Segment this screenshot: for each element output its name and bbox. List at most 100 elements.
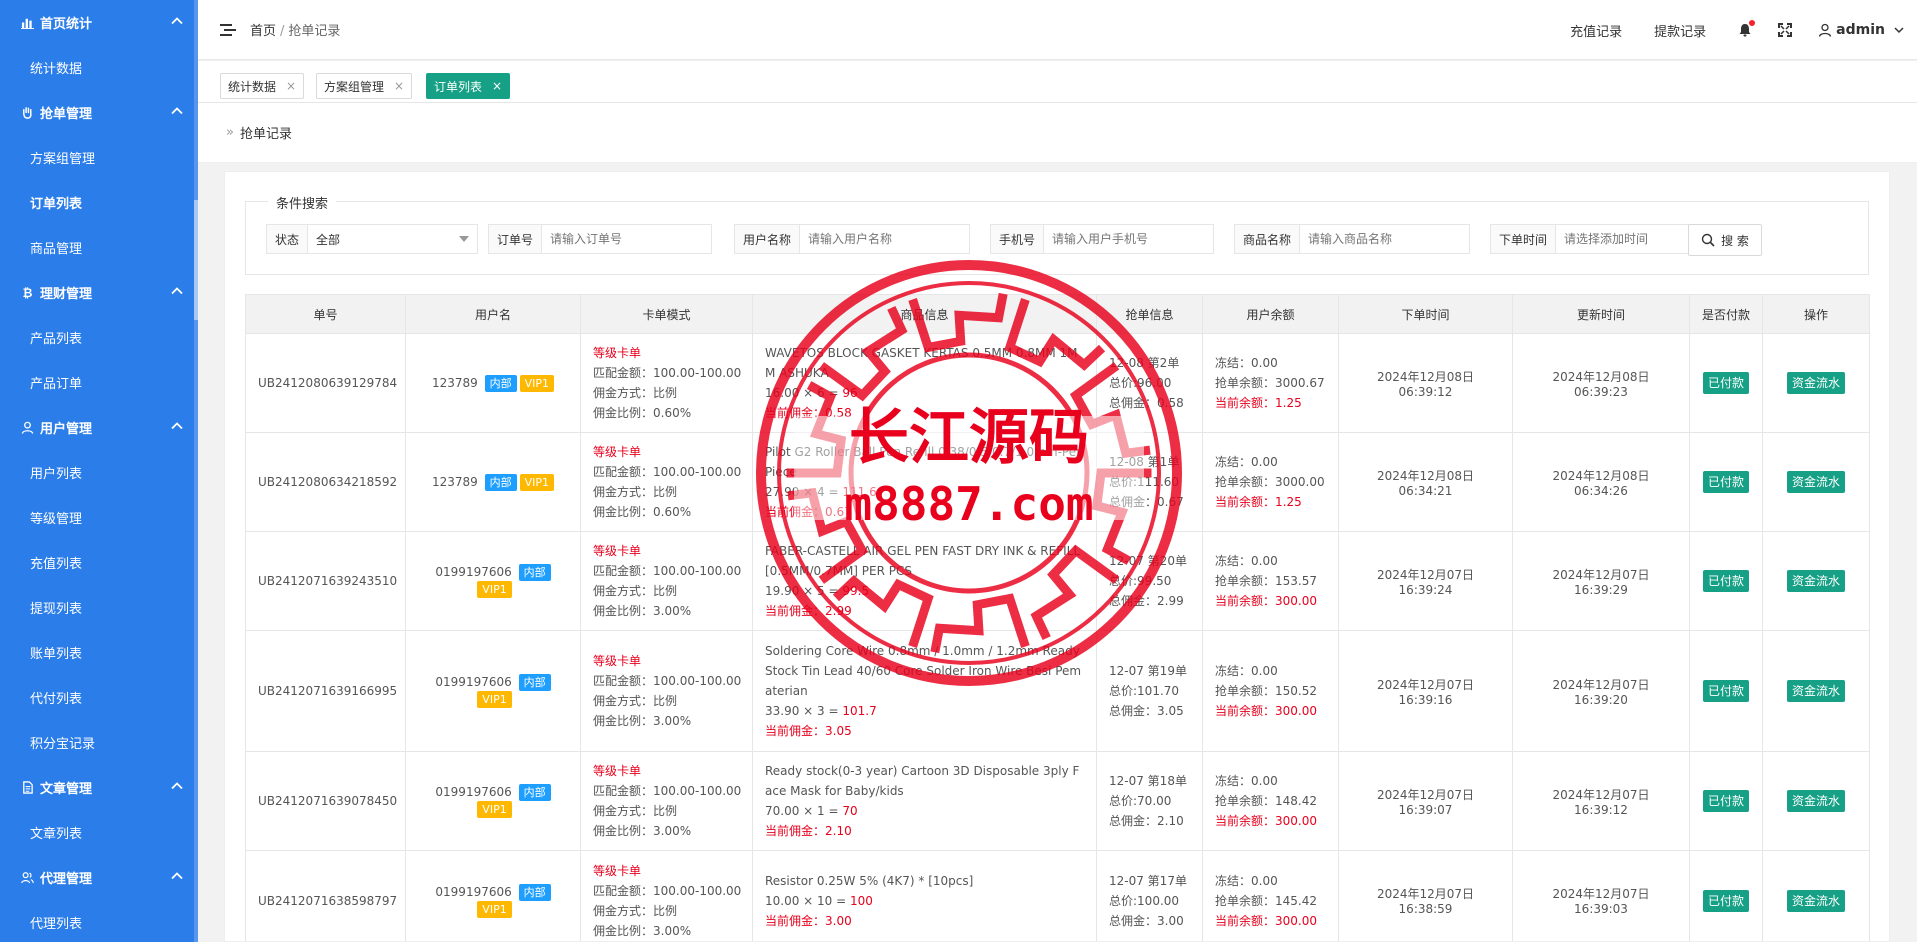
product-info-cell: WAVETOS BLOCK GASKET KERTAS 0.5MM 0.8MM … <box>752 333 1097 433</box>
sidebar-item[interactable]: 账单列表 <box>0 630 198 675</box>
sidebar-item[interactable]: 产品订单 <box>0 360 198 405</box>
sidebar-group[interactable]: ₿ 理财管理 <box>0 270 198 315</box>
tab-plan-group[interactable]: 方案组管理 × <box>316 73 413 99</box>
tab-label: 订单列表 <box>434 79 483 94</box>
sidebar-group[interactable]: 抢单管理 <box>0 90 198 135</box>
vip-badge: VIP1 <box>477 900 512 918</box>
card-mode-cell: 等级卡单 匹配金额：100.00-100.00 佣金方式：比例 佣金比例：3.00% <box>580 751 753 851</box>
tab-order-list[interactable]: 订单列表 × <box>426 73 511 99</box>
grab-info-cell: 12-07 第17单 总价:100.00 总佣金：3.00 <box>1096 850 1203 941</box>
sidebar-item[interactable]: 商品管理 <box>0 225 198 270</box>
current-balance: 当前余额：1.25 <box>1215 396 1302 410</box>
table-row: UB2412071639166995 0199197606 内部 VIP1 等级卡单匹… <box>245 630 1870 752</box>
chevron-up-icon <box>171 872 183 880</box>
sidebar-item[interactable]: 等级管理 <box>0 495 198 540</box>
status-select[interactable]: 全部 <box>308 225 477 253</box>
status-filter[interactable]: 状态 全部 <box>266 224 478 254</box>
vip-badge: VIP1 <box>519 473 555 491</box>
product-name-label: 商品名称 <box>1235 225 1301 253</box>
order-id-cell: UB2412071639166995 <box>245 630 406 752</box>
tab-close-icon[interactable]: × <box>492 79 502 93</box>
sidebar-item[interactable]: 充值列表 <box>0 540 198 585</box>
sidebar-group[interactable]: 文章管理 <box>0 765 198 810</box>
product-name: FABER-CASTELL AIR GEL PEN FAST DRY INK &… <box>765 544 1081 578</box>
mode-commission-ratio: 佣金比例：3.00% <box>593 604 692 618</box>
tab-close-icon[interactable]: × <box>286 79 296 93</box>
grab-sequence: 12-07 第17单 <box>1109 873 1187 888</box>
fund-flow-button[interactable]: 资金流水 <box>1786 471 1845 493</box>
recharge-records-link[interactable]: 充值记录 <box>1570 21 1622 40</box>
search-legend: 条件搜索 <box>268 193 337 212</box>
sidebar-menu: 首页统计 统计数据 抢单管理 方案组管理 订单列表 商品管理 ₿ 理财管理 产品列表 产品订单 用户… <box>0 0 198 942</box>
menu-toggle-icon[interactable] <box>220 23 236 37</box>
calc-prefix: 19.90 × 5 = <box>765 584 843 598</box>
calc-prefix: 33.90 × 3 = <box>765 704 843 718</box>
card-mode-cell: 等级卡单 匹配金额：100.00-100.00 佣金方式：比例 佣金比例：3.00% <box>580 630 753 752</box>
paid-status-badge: 已付款 <box>1702 570 1749 592</box>
mode-commission-method: 佣金方式：比例 <box>593 584 678 598</box>
fund-flow-button[interactable]: 资金流水 <box>1786 570 1845 592</box>
product-name-filter: 商品名称 <box>1234 224 1470 254</box>
page-title: 抢单记录 <box>239 127 292 142</box>
sidebar-item[interactable]: 积分宝记录 <box>0 720 198 765</box>
username-text: 0199197606 <box>435 785 512 799</box>
table-row: UB2412071639243510 0199197606 内部 VIP1 等级卡单匹… <box>245 531 1870 631</box>
update-time-cell: 2024年12月08日 06:34:26 <box>1512 432 1690 532</box>
fund-flow-button[interactable]: 资金流水 <box>1786 680 1845 702</box>
bell-icon[interactable] <box>1738 20 1756 37</box>
sidebar-group[interactable]: 代理管理 <box>0 855 198 900</box>
phone-input[interactable] <box>1044 225 1213 253</box>
product-info-cell: Resistor 0.25W 5% (4K7) * [10pcs] 10.00 ×… <box>752 850 1097 941</box>
grab-info-cell: 12-07 第20单 总价:99.50 总佣金：2.99 <box>1096 531 1203 631</box>
sidebar-group[interactable]: 首页统计 <box>0 0 198 45</box>
frozen-balance: 冻结：0.00 <box>1215 873 1278 888</box>
tab-stats-data[interactable]: 统计数据 × <box>220 73 305 99</box>
grab-balance: 抢单余额：148.42 <box>1215 794 1317 808</box>
grab-balance: 抢单余额：145.42 <box>1215 893 1317 908</box>
card-mode-cell: 等级卡单 匹配金额：100.00-100.00 佣金方式：比例 佣金比例：3.00% <box>580 850 753 941</box>
sidebar-item[interactable]: 订单列表 <box>0 180 198 225</box>
sidebar-item[interactable]: 用户列表 <box>0 450 198 495</box>
card-mode-cell: 等级卡单 匹配金额：100.00-100.00 佣金方式：比例 佣金比例：0.60% <box>580 432 753 532</box>
sidebar-group-label: 理财管理 <box>40 287 93 302</box>
sidebar-item[interactable]: 代付列表 <box>0 675 198 720</box>
mode-title: 等级卡单 <box>593 863 642 878</box>
status-value: 全部 <box>316 232 341 247</box>
sidebar-item[interactable]: 代理列表 <box>0 900 198 942</box>
search-fieldset: 条件搜索 状态 全部 订单号 用户名称 手机号 商品名称 下单 <box>245 193 1869 275</box>
fund-flow-button[interactable]: 资金流水 <box>1786 889 1845 912</box>
withdraw-records-link[interactable]: 提款记录 <box>1654 21 1706 40</box>
mode-match-amount: 匹配金额：100.00-100.00 <box>593 564 742 578</box>
column-header: 更新时间 <box>1512 294 1690 334</box>
sidebar-item[interactable]: 统计数据 <box>0 45 198 90</box>
internal-badge: 内部 <box>518 674 551 691</box>
sidebar-item[interactable]: 方案组管理 <box>0 135 198 180</box>
grab-sequence: 12-07 第19单 <box>1109 664 1187 678</box>
paid-status-badge: 已付款 <box>1702 372 1749 394</box>
table-row: UB2412071639078450 0199197606 内部 VIP1 等级卡单匹… <box>245 751 1870 851</box>
paid-cell: 已付款 <box>1689 333 1763 433</box>
sidebar-item[interactable]: 提现列表 <box>0 585 198 630</box>
username-cell: 0199197606 内部 VIP1 <box>405 751 581 851</box>
fund-flow-button[interactable]: 资金流水 <box>1786 790 1845 812</box>
order-number-input[interactable] <box>542 225 711 253</box>
breadcrumb-home[interactable]: 首页 <box>250 24 276 39</box>
sidebar-item[interactable]: 文章列表 <box>0 810 198 855</box>
action-cell: 资金流水 <box>1762 531 1870 631</box>
sidebar-group[interactable]: 用户管理 <box>0 405 198 450</box>
username-input[interactable] <box>800 225 969 253</box>
product-name-input[interactable] <box>1300 225 1469 253</box>
search-button[interactable]: 搜 索 <box>1688 224 1762 256</box>
notification-dot <box>1749 20 1756 26</box>
grab-sequence: 12-08 第1单 <box>1109 455 1180 469</box>
mode-commission-ratio: 佣金比例：0.60% <box>593 505 692 519</box>
fullscreen-icon[interactable] <box>1778 23 1793 37</box>
update-time-cell: 2024年12月07日 16:39:20 <box>1512 630 1690 752</box>
fund-flow-button[interactable]: 资金流水 <box>1786 372 1845 394</box>
frozen-balance: 冻结：0.00 <box>1215 664 1278 678</box>
calc-prefix: 70.00 × 1 = <box>765 804 843 818</box>
user-menu[interactable]: admin <box>1818 22 1905 38</box>
paid-status-badge: 已付款 <box>1702 680 1749 702</box>
tab-close-icon[interactable]: × <box>394 79 404 93</box>
sidebar-item[interactable]: 产品列表 <box>0 315 198 360</box>
